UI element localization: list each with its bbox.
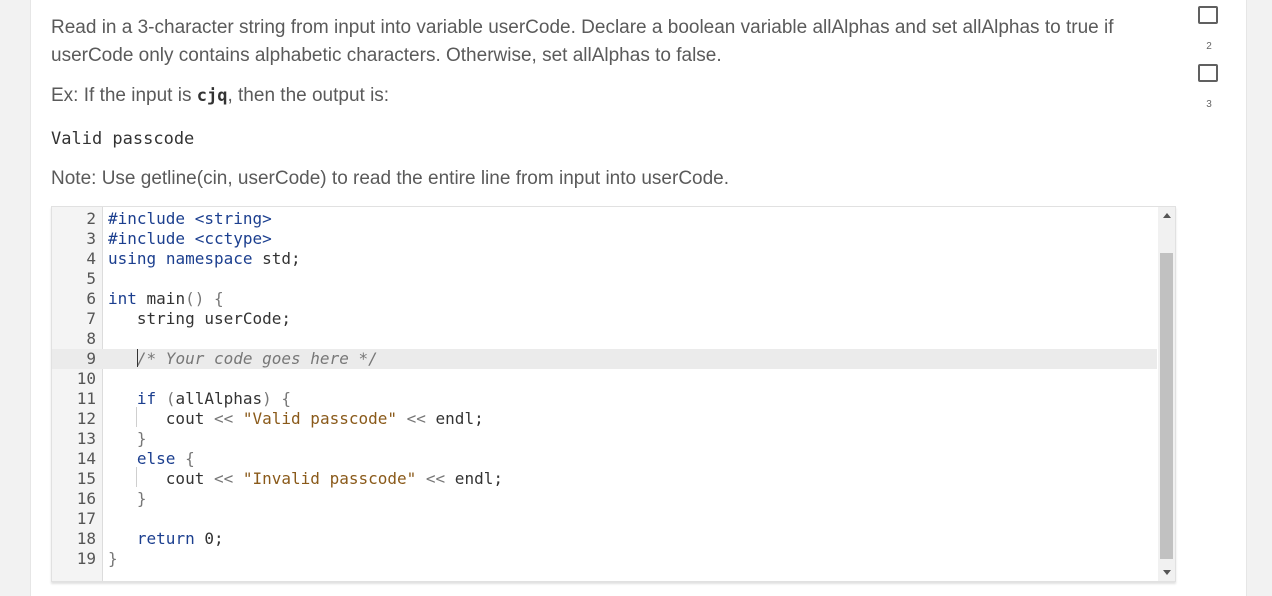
progress-checkbox[interactable] <box>1198 64 1218 82</box>
code-line[interactable]: 14 else { <box>52 449 1157 469</box>
indent-guide <box>136 407 137 427</box>
line-number: 17 <box>76 509 96 528</box>
example-prefix: Ex: If the input is <box>51 85 197 106</box>
progress-number: 3 <box>1206 99 1212 110</box>
code-text[interactable]: #include <string> <box>108 209 272 229</box>
code-line[interactable]: 12 cout << "Valid passcode" << endl; <box>52 409 1157 429</box>
code-line[interactable]: 15 cout << "Invalid passcode" << endl; <box>52 469 1157 489</box>
code-line[interactable]: 6 int main() { <box>52 289 1157 309</box>
arrow-up-icon <box>1162 213 1171 218</box>
line-number: 16 <box>76 489 96 508</box>
line-number: 14 <box>76 449 96 468</box>
line-number: 15 <box>76 469 96 488</box>
code-line[interactable]: 2 #include <string> <box>52 209 1157 229</box>
code-text[interactable]: cout << "Invalid passcode" << endl; <box>108 469 503 489</box>
prompt-text: Read in a 3-character string from input … <box>51 17 1114 66</box>
code-text[interactable]: } <box>108 489 147 509</box>
progress-checkbox[interactable] <box>1198 6 1218 24</box>
scroll-down-button[interactable] <box>1158 564 1175 581</box>
line-number: 10 <box>76 369 96 388</box>
line-number: 19 <box>76 549 96 568</box>
arrow-down-icon <box>1162 570 1171 575</box>
code-text[interactable]: #include <cctype> <box>108 229 272 249</box>
line-number: 5 <box>86 269 96 288</box>
code-line[interactable]: 16 } <box>52 489 1157 509</box>
example-input: cjq <box>196 86 228 106</box>
code-text[interactable]: int main() { <box>108 289 224 309</box>
code-line[interactable]: 9 /* Your code goes here */ <box>52 349 1157 369</box>
example-suffix: , then the output is: <box>227 85 390 106</box>
indent-guide <box>136 467 137 487</box>
line-number: 11 <box>76 389 96 408</box>
code-text[interactable]: string userCode; <box>108 309 291 329</box>
code-line[interactable]: 8 <box>52 329 1157 349</box>
code-editor[interactable]: 2 #include <string> 3 #include <cctype> 4 usi… <box>51 206 1176 582</box>
code-line[interactable]: 17 <box>52 509 1157 529</box>
line-number: 7 <box>86 309 96 328</box>
code-line[interactable]: 11 if (allAlphas) { <box>52 389 1157 409</box>
line-number: 4 <box>86 249 96 268</box>
code-text[interactable]: else { <box>108 449 195 469</box>
code-line[interactable]: 4 using namespace std; <box>52 249 1157 269</box>
code-text[interactable]: return 0; <box>108 529 224 549</box>
text-cursor <box>137 349 138 367</box>
code-line[interactable]: 5 <box>52 269 1157 289</box>
line-number: 12 <box>76 409 96 428</box>
code-text[interactable]: using namespace std; <box>108 249 301 269</box>
code-text[interactable]: } <box>108 549 118 569</box>
line-number: 2 <box>86 209 96 228</box>
line-number: 13 <box>76 429 96 448</box>
code-text[interactable]: cout << "Valid passcode" << endl; <box>108 409 484 429</box>
code-text[interactable]: } <box>108 429 147 449</box>
code-line[interactable]: 10 <box>52 369 1157 389</box>
example-line: Ex: If the input is cjq, then the output… <box>51 82 389 110</box>
expected-output: Valid passcode <box>51 129 195 149</box>
line-number: 6 <box>86 289 96 308</box>
code-text[interactable]: /* Your code goes here */ <box>108 349 378 369</box>
code-text[interactable]: if (allAlphas) { <box>108 389 291 409</box>
scrollbar-thumb[interactable] <box>1160 253 1173 559</box>
code-line[interactable]: 18 return 0; <box>52 529 1157 549</box>
line-number: 18 <box>76 529 96 548</box>
code-line[interactable]: 19} <box>52 549 1157 569</box>
note-text: Note: Use getline(cin, userCode) to read… <box>51 168 730 189</box>
code-line[interactable]: 3 #include <cctype> <box>52 229 1157 249</box>
line-number: 9 <box>86 349 96 368</box>
line-number: 3 <box>86 229 96 248</box>
scroll-up-button[interactable] <box>1158 207 1175 224</box>
code-line[interactable]: 7 string userCode; <box>52 309 1157 329</box>
progress-number: 2 <box>1206 41 1212 52</box>
vertical-scrollbar[interactable] <box>1158 207 1175 581</box>
line-number: 8 <box>86 329 96 348</box>
code-line[interactable]: 13 } <box>52 429 1157 449</box>
